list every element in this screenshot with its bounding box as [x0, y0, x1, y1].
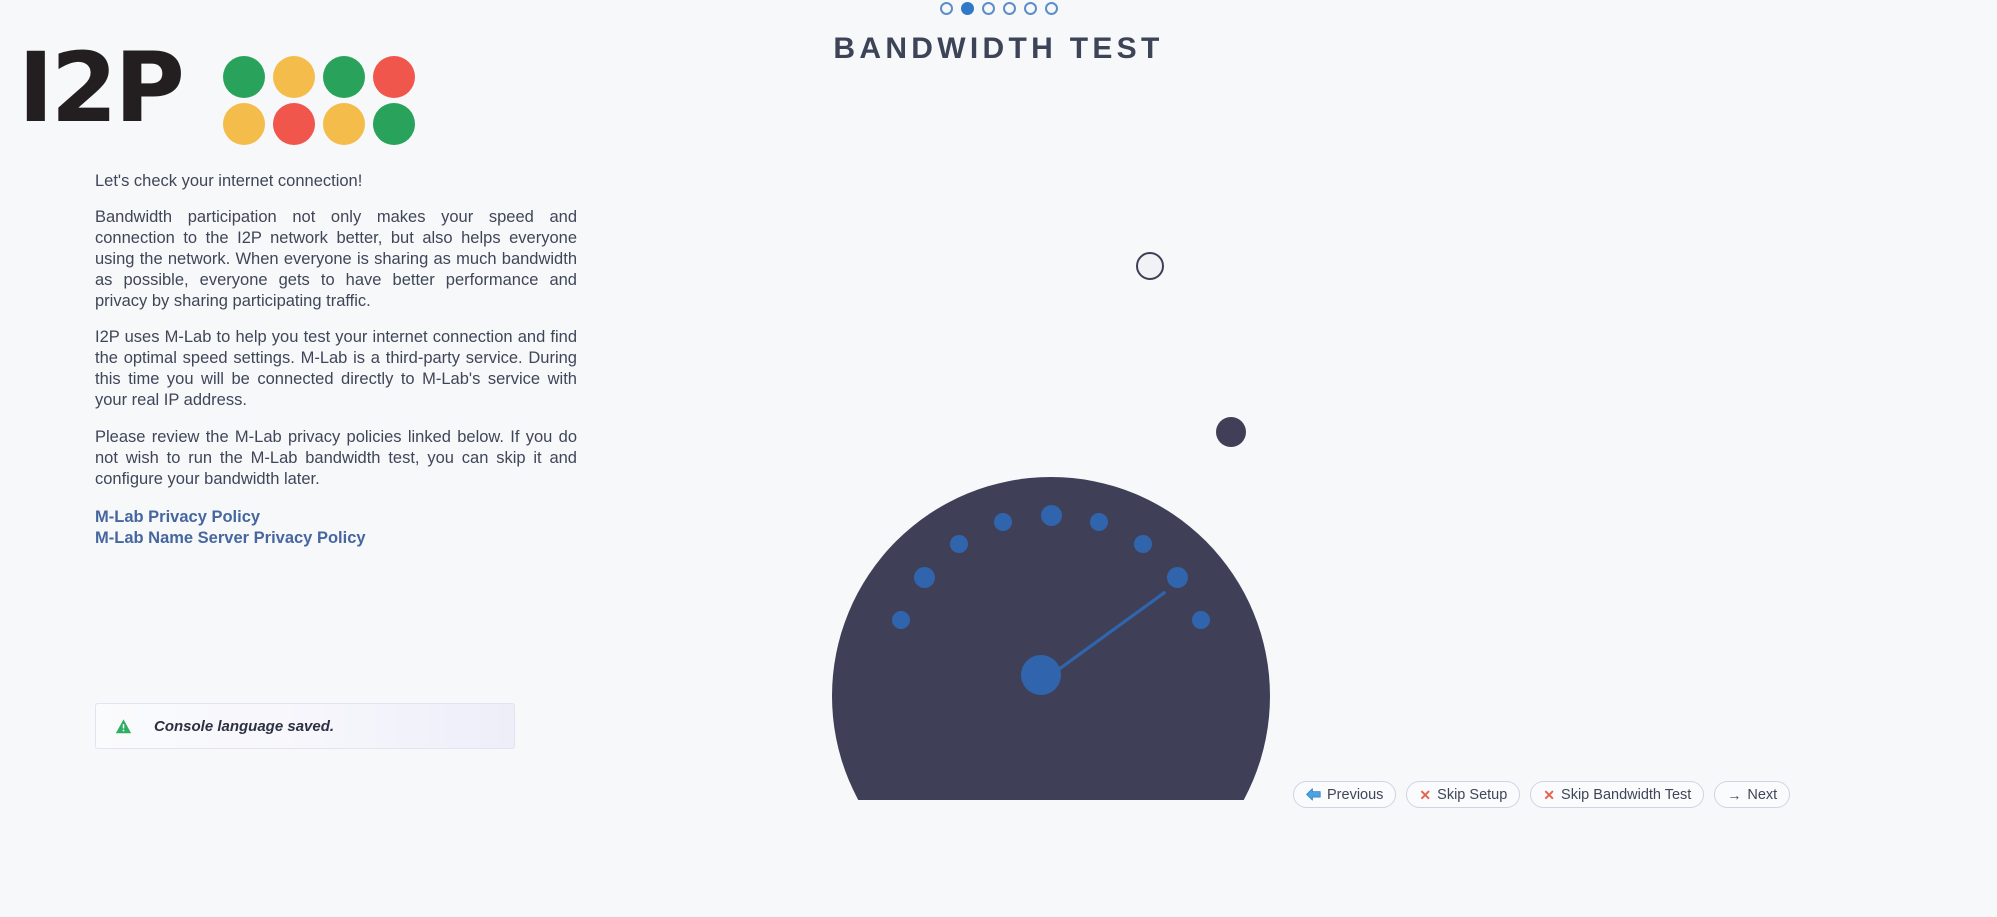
gauge-tick-7 [1133, 534, 1152, 553]
step-dot-5[interactable] [1023, 2, 1037, 15]
gauge-tick-9 [1192, 611, 1211, 630]
step-dot-4[interactable] [1002, 2, 1016, 15]
gauge-needle [1049, 591, 1166, 677]
loader-ring-icon [1136, 252, 1164, 280]
step-dot-6[interactable] [1044, 2, 1058, 15]
logo-dot-grid [223, 56, 415, 145]
notification-message: Console language saved. [154, 717, 335, 735]
wizard-navigation-bar: Previous ✕ Skip Setup ✕ Skip Bandwidth Test →… [1293, 781, 1791, 808]
logo-dot [223, 103, 265, 145]
gauge-tick-1 [891, 611, 910, 630]
step-dot-3[interactable] [981, 2, 995, 15]
page-title: BANDWIDTH TEST [833, 32, 1164, 65]
step-dot-1[interactable] [939, 2, 953, 15]
previous-button[interactable]: Previous [1293, 781, 1397, 808]
logo-dot [323, 103, 365, 145]
intro-paragraph-1: Bandwidth participation not only makes y… [95, 208, 577, 310]
gauge-face [832, 477, 1270, 800]
gauge-tick-2 [913, 567, 935, 589]
gauge-tick-8 [1167, 567, 1189, 589]
close-x-icon: ✕ [1543, 786, 1556, 803]
next-button[interactable]: → Next [1714, 781, 1791, 808]
button-label: Skip Setup [1437, 786, 1508, 803]
notification-banner: Console language saved. [95, 703, 515, 749]
step-indicator [0, 2, 1997, 15]
gauge-tick-3 [950, 534, 969, 553]
gauge-tick-5 [1040, 504, 1062, 526]
warning-triangle-icon [115, 718, 132, 735]
intro-paragraph-3: Please review the M-Lab privacy policies… [95, 428, 577, 488]
intro-lead-text: Let's check your internet connection! [95, 172, 363, 190]
logo-dot [273, 103, 315, 145]
button-label: Skip Bandwidth Test [1561, 786, 1692, 803]
loader-ball-icon [1216, 417, 1246, 447]
arrow-right-icon: → [1727, 786, 1742, 803]
gauge-needle-hub [1021, 655, 1061, 695]
gauge-tick-4 [993, 513, 1012, 532]
gauge-dial [832, 477, 1270, 800]
mlab-privacy-policy-link[interactable]: M-Lab Privacy Policy [95, 507, 577, 528]
skip-bandwidth-test-button[interactable]: ✕ Skip Bandwidth Test [1530, 781, 1705, 808]
logo-dot [373, 103, 415, 145]
step-dot-2[interactable] [960, 2, 974, 15]
skip-setup-button[interactable]: ✕ Skip Setup [1406, 781, 1521, 808]
mlab-name-server-privacy-policy-link[interactable]: M-Lab Name Server Privacy Policy [95, 528, 577, 549]
button-label: Next [1747, 786, 1778, 803]
arrow-left-icon [1306, 788, 1321, 801]
close-x-icon: ✕ [1419, 786, 1432, 803]
intro-paragraph-2: I2P uses M-Lab to help you test your int… [95, 328, 577, 409]
left-content-column: I2P Let's check your internet connection… [0, 0, 600, 917]
gauge-tick-6 [1090, 513, 1109, 532]
button-label: Previous [1327, 786, 1384, 803]
